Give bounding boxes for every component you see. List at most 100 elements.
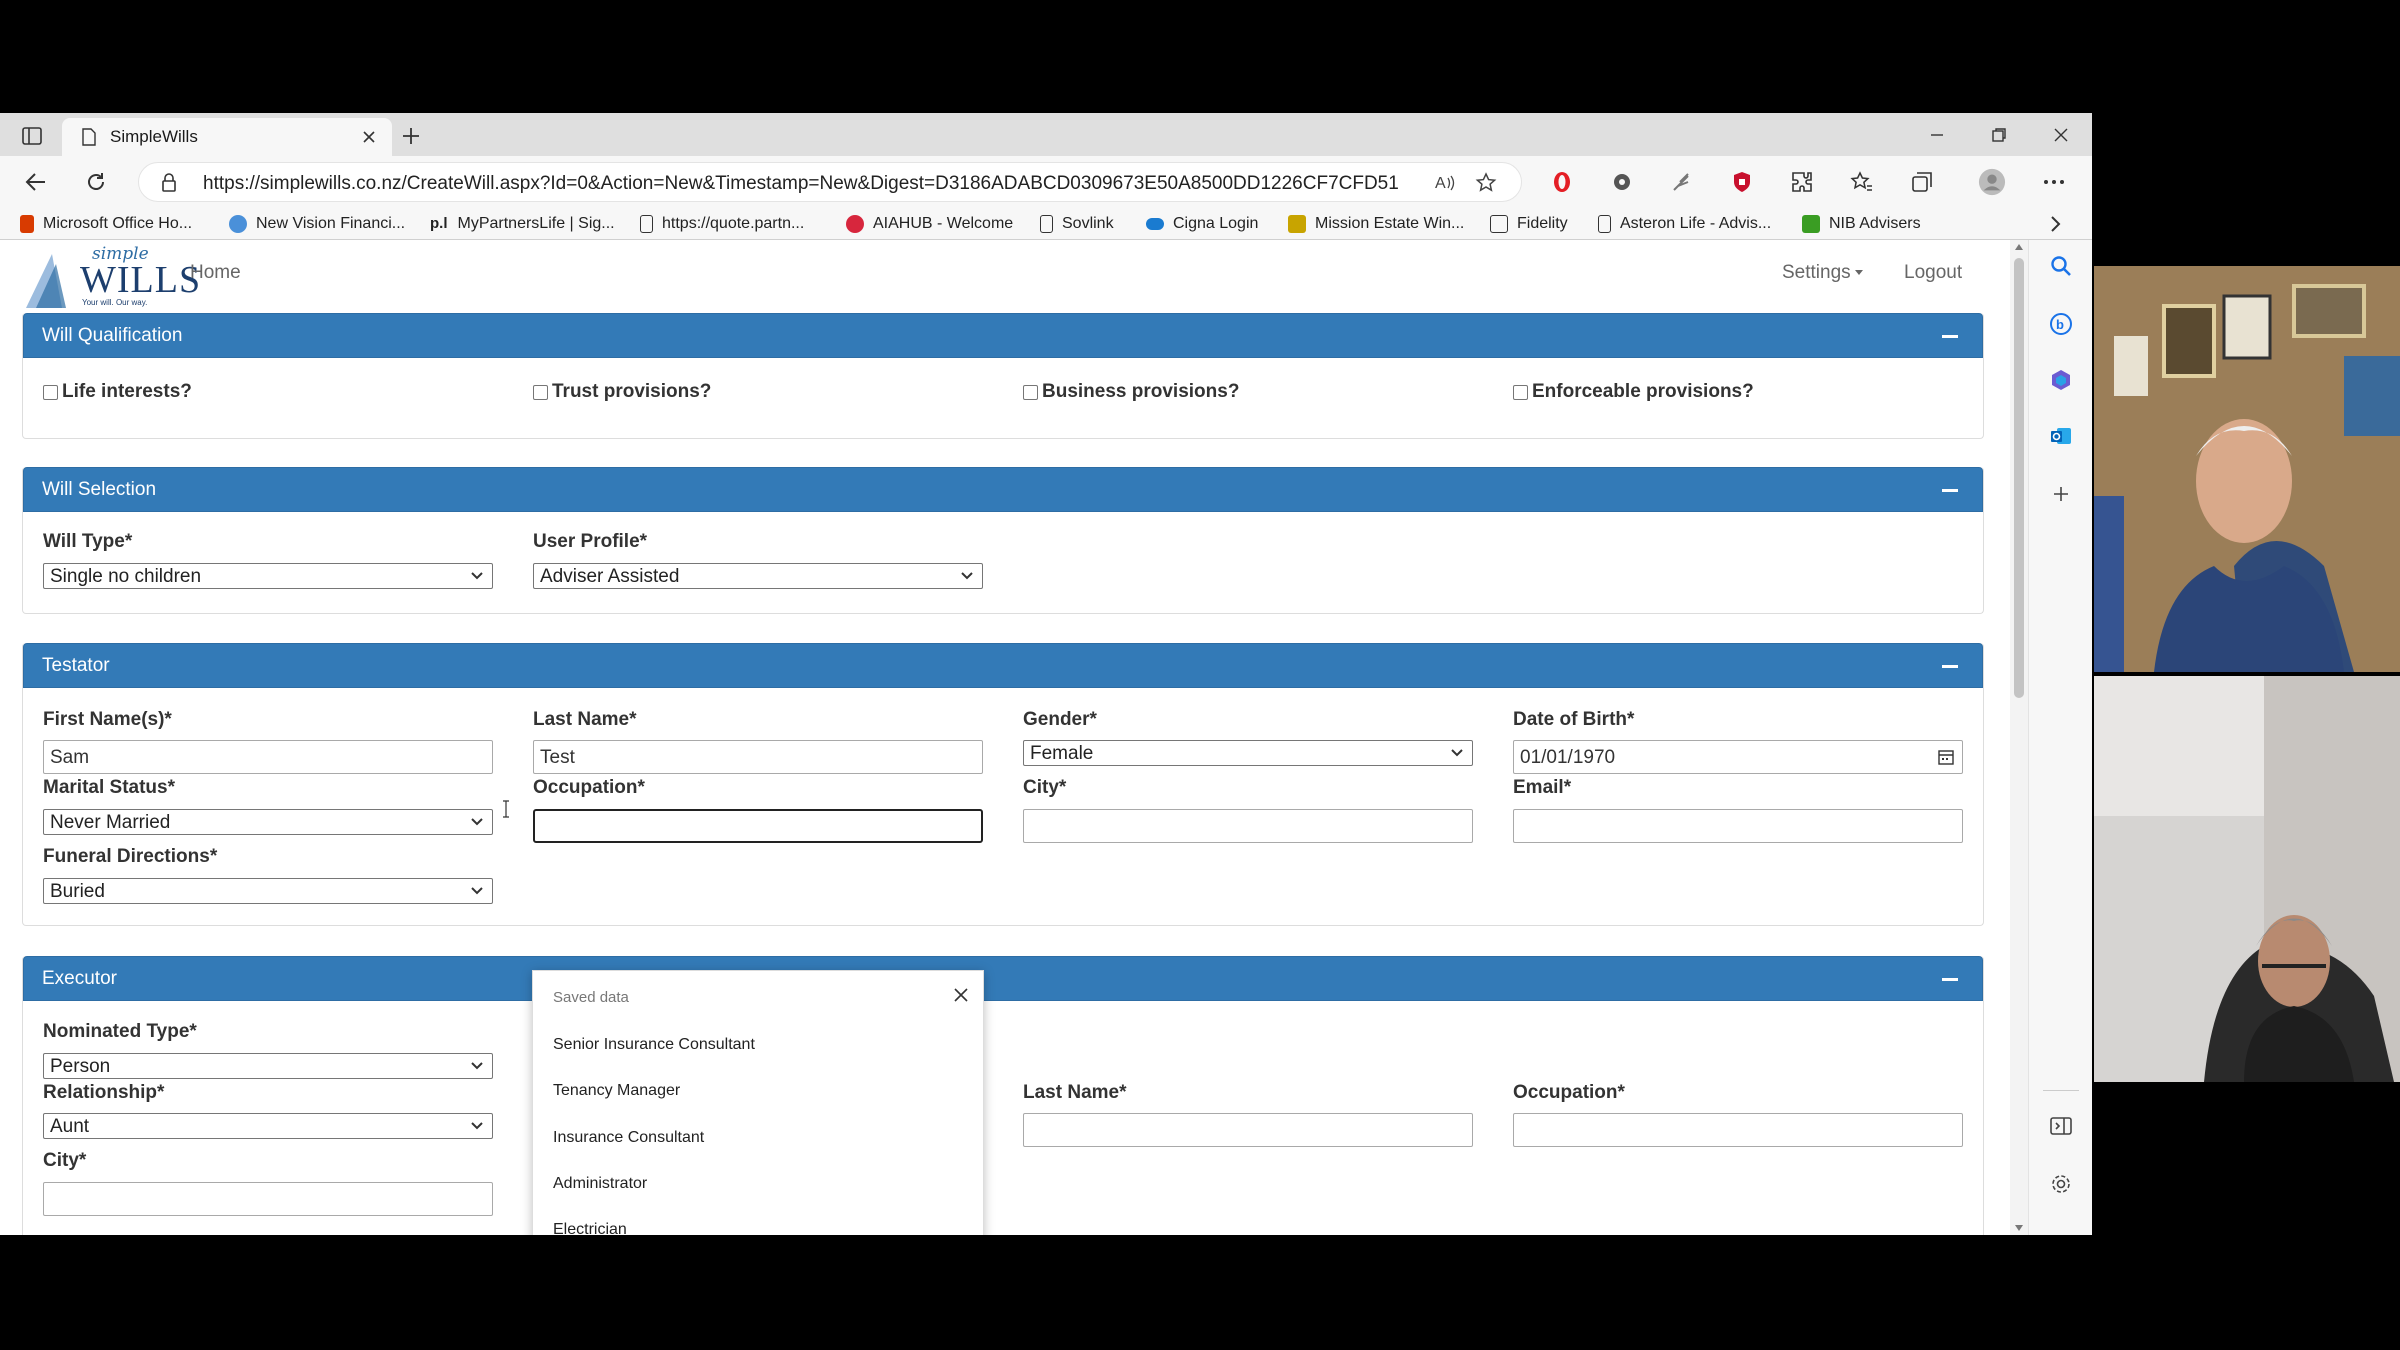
checkbox-box[interactable] bbox=[1513, 384, 1528, 400]
last-name-input[interactable]: Test bbox=[533, 740, 983, 774]
select-value: Single no children bbox=[50, 566, 202, 587]
checkbox-box[interactable] bbox=[43, 384, 58, 400]
scroll-down-icon[interactable] bbox=[2015, 1225, 2023, 1231]
dob-input[interactable]: 01/01/1970 bbox=[1513, 740, 1963, 774]
email-input[interactable] bbox=[1513, 809, 1963, 843]
checkbox-box[interactable] bbox=[1023, 384, 1038, 400]
gear-extension-icon[interactable] bbox=[1608, 168, 1636, 196]
hide-sidebar-icon[interactable] bbox=[2047, 1112, 2075, 1140]
autocomplete-option[interactable]: Tenancy Manager bbox=[553, 1082, 680, 1100]
collapse-icon[interactable] bbox=[1942, 335, 1958, 338]
scroll-up-icon[interactable] bbox=[2015, 244, 2023, 250]
nominated-type-select[interactable]: Person bbox=[43, 1053, 493, 1079]
marital-status-select[interactable]: Never Married bbox=[43, 809, 493, 835]
more-menu-icon[interactable] bbox=[2040, 168, 2068, 196]
will-type-select[interactable]: Single no children bbox=[43, 563, 493, 589]
extensions-icon[interactable] bbox=[1788, 168, 1816, 196]
checkbox-life-interests[interactable]: Life interests? bbox=[43, 381, 192, 403]
scrollbar-thumb[interactable] bbox=[2014, 258, 2024, 698]
new-tab-icon[interactable] bbox=[398, 123, 426, 149]
refresh-icon[interactable] bbox=[82, 168, 110, 196]
bookmarks-overflow-icon[interactable] bbox=[2050, 213, 2062, 235]
bookmark-item[interactable]: Sovlink bbox=[1040, 213, 1114, 235]
bookmark-item[interactable]: New Vision Financi... bbox=[229, 213, 405, 235]
bookmark-item[interactable]: Cigna Login bbox=[1146, 213, 1258, 235]
nav-settings-menu[interactable]: Settings bbox=[1782, 262, 1863, 284]
office-hub-icon[interactable] bbox=[2047, 366, 2075, 394]
address-bar[interactable]: https://simplewills.co.nz/CreateWill.asp… bbox=[138, 162, 1522, 202]
panel-header[interactable]: Will Qualification bbox=[23, 313, 1983, 358]
tab-actions-icon[interactable] bbox=[14, 124, 50, 148]
executor-city-input[interactable] bbox=[43, 1182, 493, 1216]
panel-header[interactable]: Executor bbox=[23, 956, 1983, 1001]
autocomplete-option[interactable]: Administrator bbox=[553, 1175, 647, 1193]
simplewills-logo[interactable]: simple WILLS Your will. Our way. bbox=[22, 244, 200, 312]
executor-last-name-input[interactable] bbox=[1023, 1113, 1473, 1147]
collapse-icon[interactable] bbox=[1942, 978, 1958, 981]
restore-icon[interactable] bbox=[1968, 113, 2030, 156]
relationship-select[interactable]: Aunt bbox=[43, 1113, 493, 1139]
collapse-icon[interactable] bbox=[1942, 489, 1958, 492]
collapse-icon[interactable] bbox=[1942, 665, 1958, 668]
autocomplete-option[interactable]: Senior Insurance Consultant bbox=[553, 1036, 755, 1054]
city-input[interactable] bbox=[1023, 809, 1473, 843]
favorites-icon[interactable] bbox=[1848, 168, 1876, 196]
select-value: Aunt bbox=[50, 1116, 90, 1137]
email-label: Email* bbox=[1513, 777, 1572, 798]
occupation-input[interactable] bbox=[533, 809, 983, 843]
bookmark-item[interactable]: Mission Estate Win... bbox=[1288, 213, 1464, 235]
bing-chat-icon[interactable]: b bbox=[2047, 310, 2075, 338]
favorite-star-icon[interactable] bbox=[1475, 172, 1499, 194]
nav-home-link[interactable]: Home bbox=[190, 262, 241, 284]
close-icon[interactable] bbox=[953, 987, 969, 1003]
autocomplete-option[interactable]: Insurance Consultant bbox=[553, 1129, 704, 1147]
chevron-down-icon bbox=[470, 1121, 484, 1131]
read-aloud-icon[interactable]: A bbox=[1433, 172, 1457, 194]
profile-avatar-icon[interactable] bbox=[1978, 168, 2006, 196]
calendar-icon[interactable] bbox=[1938, 749, 1954, 765]
user-profile-select[interactable]: Adviser Assisted bbox=[533, 563, 983, 589]
select-value: Person bbox=[50, 1056, 111, 1077]
page-icon bbox=[1598, 215, 1611, 233]
nav-logout-link[interactable]: Logout bbox=[1904, 262, 1962, 284]
will-type-label: Will Type* bbox=[43, 531, 133, 552]
add-icon[interactable] bbox=[2047, 480, 2075, 508]
star-icon bbox=[229, 215, 247, 233]
bookmark-item[interactable]: p.l MyPartnersLife | Sig... bbox=[430, 213, 615, 235]
opera-extension-icon[interactable] bbox=[1548, 168, 1576, 196]
bookmark-item[interactable]: NIB Advisers bbox=[1802, 213, 1921, 235]
page-scrollbar[interactable] bbox=[2010, 240, 2028, 1235]
executor-occupation-input[interactable] bbox=[1513, 1113, 1963, 1147]
bookmark-item[interactable]: Fidelity bbox=[1490, 213, 1568, 235]
search-icon[interactable] bbox=[2047, 252, 2075, 280]
navigation-bar: https://simplewills.co.nz/CreateWill.asp… bbox=[0, 156, 2092, 208]
panel-header[interactable]: Testator bbox=[23, 643, 1983, 688]
gender-select[interactable]: Female bbox=[1023, 740, 1473, 766]
checkbox-enforceable-provisions[interactable]: Enforceable provisions? bbox=[1513, 381, 1754, 403]
bookmark-item[interactable]: AIAHUB - Welcome bbox=[846, 213, 1013, 235]
bookmark-item[interactable]: Microsoft Office Ho... bbox=[20, 213, 192, 235]
close-window-icon[interactable] bbox=[2030, 113, 2092, 156]
funeral-directions-select[interactable]: Buried bbox=[43, 878, 493, 904]
sidebar-settings-icon[interactable] bbox=[2047, 1170, 2075, 1198]
collections-icon[interactable] bbox=[1908, 168, 1936, 196]
checkbox-box[interactable] bbox=[533, 384, 548, 400]
tab-simplewills[interactable]: SimpleWills bbox=[62, 118, 392, 156]
back-icon[interactable] bbox=[22, 168, 50, 196]
select-value: Female bbox=[1030, 743, 1094, 764]
minimize-icon[interactable] bbox=[1906, 113, 1968, 156]
autocomplete-option[interactable]: Electrician bbox=[553, 1221, 627, 1235]
bookmark-item[interactable]: https://quote.partn... bbox=[640, 213, 804, 235]
close-tab-icon[interactable] bbox=[360, 128, 378, 146]
url-text[interactable]: https://simplewills.co.nz/CreateWill.asp… bbox=[203, 173, 1399, 195]
outlook-icon[interactable] bbox=[2047, 422, 2075, 450]
panel-header[interactable]: Will Selection bbox=[23, 467, 1983, 512]
first-name-input[interactable]: Sam bbox=[43, 740, 493, 774]
checkbox-business-provisions[interactable]: Business provisions? bbox=[1023, 381, 1239, 403]
lock-icon[interactable] bbox=[161, 173, 177, 193]
checkbox-trust-provisions[interactable]: Trust provisions? bbox=[533, 381, 711, 403]
shield-extension-icon[interactable] bbox=[1728, 168, 1756, 196]
feather-extension-icon[interactable] bbox=[1668, 168, 1696, 196]
bookmark-item[interactable]: Asteron Life - Advis... bbox=[1598, 213, 1771, 235]
relationship-label: Relationship* bbox=[43, 1082, 165, 1103]
